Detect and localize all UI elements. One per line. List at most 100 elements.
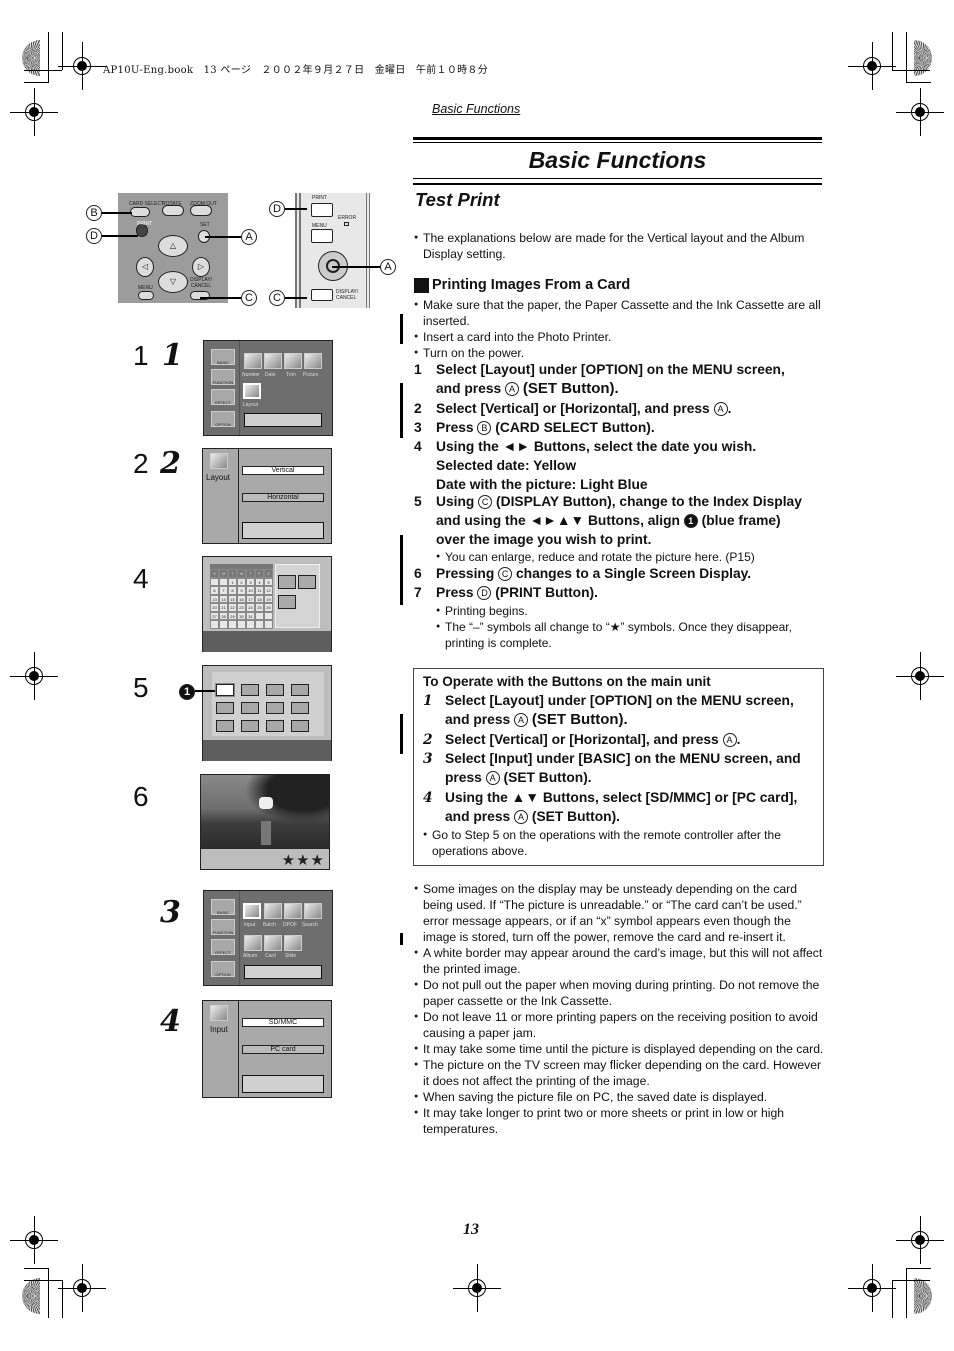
intro-note: The explanations below are made for the … (414, 230, 824, 262)
error-indicator (344, 222, 349, 226)
thumbnail (291, 702, 309, 714)
bullet-item: When saving the picture file on PC, the … (414, 1089, 824, 1105)
calendar-day-cell: 22 (228, 603, 237, 612)
leader-line (102, 235, 138, 237)
menu-tab-option: OPTION (211, 411, 235, 427)
calendar-day-cell: 6 (210, 586, 219, 595)
album-icon (244, 935, 262, 951)
batch-icon (264, 903, 282, 919)
main-unit-instructions-box: To Operate with the Buttons on the main … (413, 668, 824, 866)
calendar-day-cell: 24 (246, 603, 255, 612)
registration-mark-icon (896, 88, 944, 136)
calendar-day-cell: 14 (219, 594, 228, 603)
title-rule-bottom (413, 183, 822, 185)
registration-mark-icon (453, 1264, 501, 1312)
frame-marker-icon: 1 (683, 513, 698, 528)
thumbnail (291, 684, 309, 696)
calendar-day-cell (228, 620, 237, 629)
thumbnail-panel (275, 564, 320, 628)
leader-line (285, 297, 307, 299)
menu-button (138, 291, 154, 300)
calendar-header-cell: M (219, 569, 228, 578)
calendar-day-cell (264, 611, 273, 620)
option-horizontal: Horizontal (242, 493, 324, 502)
calendar-day-cell: 7 (219, 586, 228, 595)
calendar-day-cell (264, 620, 273, 629)
print-status-stars: ★★★ (281, 852, 325, 869)
calendar-header-cell: T (228, 569, 237, 578)
registration-mark-icon (896, 1216, 944, 1264)
calendar-day-cell: 2 (237, 577, 246, 586)
crop-line (24, 82, 49, 83)
label-d-icon: D (269, 201, 285, 217)
calendar-day-cell (237, 620, 246, 629)
calendar-day-cell: 11 (255, 586, 264, 595)
right-button: ▷ (192, 257, 210, 277)
button-a-icon: A (505, 381, 520, 396)
menu-tab-basic: BASIC (211, 899, 235, 915)
bullet-item: Some images on the display may be unstea… (414, 881, 824, 945)
down-button: ▽ (158, 271, 188, 293)
registration-mark-icon (848, 42, 896, 90)
title-rule-top-thin (413, 142, 822, 143)
registration-mark-icon (896, 652, 944, 700)
remote-step-number: 6 (133, 781, 149, 812)
button-a-icon: A (514, 809, 529, 824)
leader-line (195, 690, 215, 692)
thumbnail (266, 702, 284, 714)
unit-step-number: 2 (160, 446, 181, 481)
trim-icon (284, 353, 302, 369)
unit-print-button (311, 203, 333, 217)
prep-bullets: Make sure that the paper, the Paper Cass… (414, 297, 824, 361)
button-d-icon: D (477, 586, 492, 600)
title-rule-top-thick (413, 137, 822, 140)
registration-mark-icon (58, 1264, 106, 1312)
button-a-icon: A (713, 402, 728, 416)
registration-dial-bottom-right (914, 1278, 932, 1314)
registration-dial-bottom-left (22, 1278, 40, 1314)
menu-tab-option: OPTION (211, 961, 235, 977)
crop-line (24, 1280, 62, 1281)
button-c-icon: C (498, 567, 513, 581)
input-icon (243, 903, 261, 919)
section-heading-text: Printing Images From a Card (432, 277, 631, 293)
up-button: △ (158, 235, 188, 257)
thumbnail (241, 720, 259, 732)
unit-step-number: 1 (162, 338, 183, 373)
card-icon (264, 935, 282, 951)
bullet-item: The explanations below are made for the … (414, 230, 824, 262)
step-4: 4 Using the ◄► Buttons, select the date … (414, 439, 757, 492)
card-select-button (130, 207, 150, 217)
step-7-notes: Printing begins. The “–” symbols all cha… (436, 603, 826, 651)
calendar-day-cell: 28 (219, 611, 228, 620)
change-bar (400, 933, 403, 945)
print-header: AP10U-Eng.book 13 ページ ２００２年９月２７日 金曜日 午前１… (103, 65, 489, 76)
button-c-icon: C (478, 495, 493, 509)
change-bar (400, 383, 403, 438)
section-subtitle: Test Print (415, 189, 500, 210)
crop-line (906, 82, 931, 83)
calendar-day-cell (246, 620, 255, 629)
unit-step-number: 4 (160, 1004, 181, 1039)
layout-icon (243, 383, 261, 399)
box-step-4: 4 Using the ▲▼ Buttons, select [SD/MMC] … (423, 790, 798, 824)
slide-icon (284, 935, 302, 951)
change-bar (400, 535, 403, 605)
left-button: ◁ (136, 257, 154, 277)
description-box (242, 1075, 324, 1093)
calendar-day-cell: 4 (255, 577, 264, 586)
calendar-day-cell: 23 (237, 603, 246, 612)
calendar-day-cell: 9 (237, 586, 246, 595)
button-a-icon: A (514, 712, 529, 727)
description-box (242, 522, 324, 539)
crop-line (892, 32, 893, 70)
label-a-icon: A (380, 259, 396, 275)
thumbnail (216, 702, 234, 714)
bullet-item: Make sure that the paper, the Paper Cass… (414, 297, 824, 329)
bullet-item: Printing begins. (436, 603, 826, 619)
crop-line (892, 1280, 930, 1281)
label-a-icon: A (241, 229, 257, 245)
bullet-item: The “–” symbols all change to “★” symbol… (436, 619, 826, 651)
calendar-header-cell: T (246, 569, 255, 578)
calendar-day-cell: 26 (264, 603, 273, 612)
